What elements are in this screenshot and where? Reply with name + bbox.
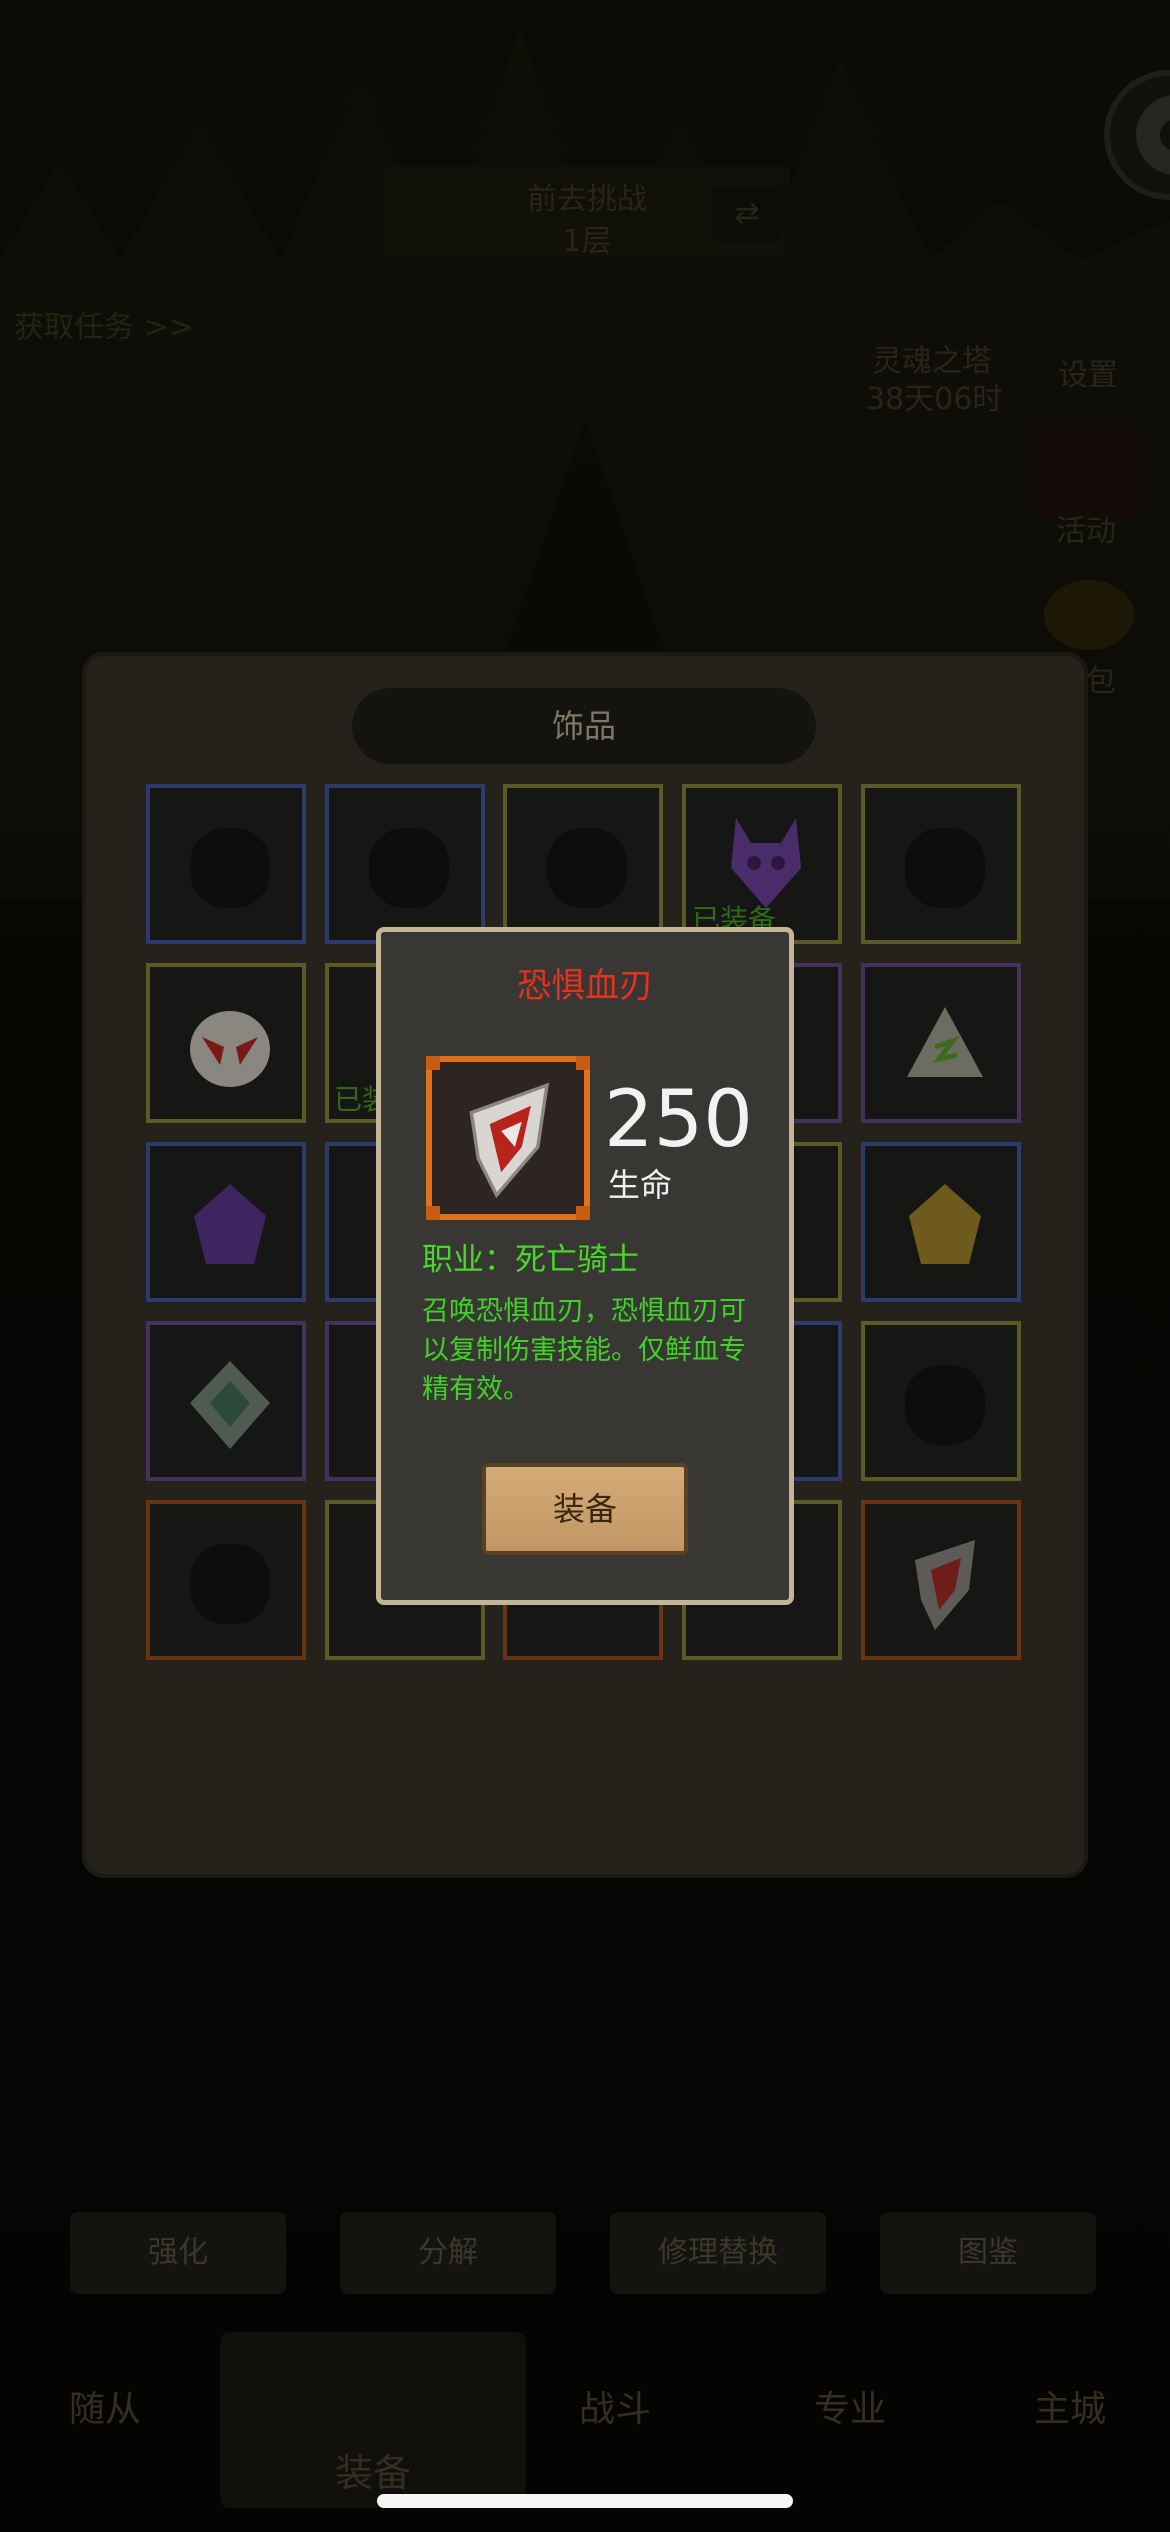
empty-trinket-icon: [190, 1544, 270, 1624]
accessory-slot[interactable]: [861, 1321, 1021, 1481]
accessory-slot[interactable]: [146, 1142, 306, 1302]
accessory-slot[interactable]: [325, 784, 485, 944]
nav-equipment-label: 装备: [334, 2451, 411, 2495]
salvage-button[interactable]: 分解: [340, 2212, 556, 2294]
blood-blade-icon: [915, 1540, 975, 1630]
gold-gem-icon: [909, 1184, 981, 1264]
equip-button[interactable]: 装备: [482, 1463, 688, 1555]
rune-stone-icon: [907, 1007, 983, 1077]
repair-replace-button[interactable]: 修理替换: [610, 2212, 826, 2294]
item-description: 召唤恐惧血刃，恐惧血刃可以复制伤害技能。仅鲜血专精有效。: [422, 1296, 746, 1405]
accessory-slot[interactable]: [146, 963, 306, 1123]
accessory-slot[interactable]: [861, 784, 1021, 944]
nav-profession[interactable]: 专业: [770, 2330, 930, 2490]
nav-followers[interactable]: 随从: [0, 2330, 210, 2490]
blood-blade-icon: [469, 1082, 550, 1199]
collection-button[interactable]: 图鉴: [880, 2212, 1096, 2294]
crystal-amulet-icon: [190, 1361, 270, 1449]
panel-title: 饰品: [352, 688, 816, 764]
empty-trinket-icon: [369, 828, 449, 908]
home-indicator[interactable]: [377, 2494, 793, 2508]
item-name: 恐惧血刃: [517, 966, 653, 1006]
purple-gem-icon: [194, 1184, 266, 1264]
accessory-slot[interactable]: [861, 1142, 1021, 1302]
enhance-button[interactable]: 强化: [70, 2212, 286, 2294]
accessory-slot[interactable]: [503, 784, 663, 944]
class-requirement: 职业：死亡骑士: [422, 1242, 639, 1278]
accessory-slot[interactable]: [146, 1500, 306, 1660]
nav-battle[interactable]: 战斗: [540, 2330, 690, 2490]
accessory-slot[interactable]: [146, 1321, 306, 1481]
red-skull-mask-icon: [190, 1011, 270, 1087]
stat-label: 生命: [608, 1166, 673, 1204]
item-icon-frame: [426, 1056, 590, 1220]
stat-value: 250: [604, 1075, 753, 1165]
accessory-slot[interactable]: [861, 1500, 1021, 1660]
accessory-slot[interactable]: [146, 784, 306, 944]
nav-main-city[interactable]: 主城: [990, 2330, 1150, 2490]
nav-equipment-active[interactable]: 装备: [220, 2332, 526, 2508]
empty-trinket-icon: [190, 828, 270, 908]
accessory-slot[interactable]: [861, 963, 1021, 1123]
empty-trinket-icon: [905, 828, 985, 908]
empty-trinket-icon: [547, 828, 627, 908]
empty-trinket-icon: [905, 1365, 985, 1445]
